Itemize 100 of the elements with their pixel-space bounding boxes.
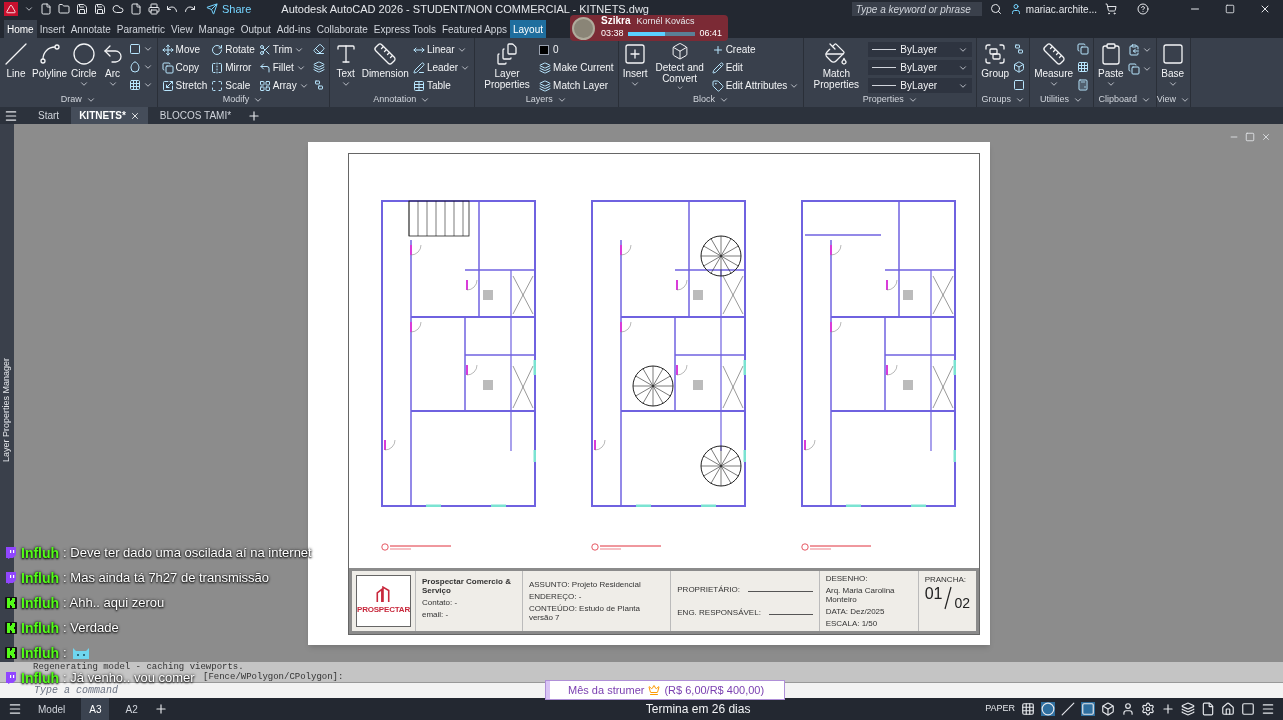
- command-input[interactable]: Type a command: [34, 683, 234, 698]
- panel-title[interactable]: Utilities: [1030, 92, 1094, 107]
- ribbon-button[interactable]: Arc: [100, 38, 125, 92]
- status-button[interactable]: [1261, 702, 1275, 716]
- toolbar-button[interactable]: [58, 3, 70, 15]
- ribbon-button[interactable]: Table: [412, 78, 471, 93]
- ribbon-button[interactable]: Dimension: [361, 38, 409, 92]
- sheet-tab[interactable]: A3: [81, 698, 110, 720]
- ribbon-button[interactable]: Edit Attributes: [711, 78, 800, 93]
- toolbar-button[interactable]: [166, 3, 178, 15]
- app-logo-button[interactable]: [4, 2, 18, 16]
- panel-title[interactable]: Modify: [157, 92, 329, 107]
- icon-button[interactable]: [128, 59, 153, 75]
- cart-icon[interactable]: [1105, 3, 1117, 15]
- ribbon-button[interactable]: Line: [4, 38, 28, 92]
- ribbon-button[interactable]: Text: [333, 38, 358, 92]
- toolbar-button[interactable]: [40, 3, 52, 15]
- ribbon-button[interactable]: Mirror: [211, 60, 255, 75]
- status-button[interactable]: [1101, 702, 1115, 716]
- ribbon-button[interactable]: Detect and Convert: [651, 38, 708, 92]
- ribbon-button[interactable]: Base: [1160, 38, 1185, 92]
- toolbar-button[interactable]: [184, 3, 196, 15]
- ribbon-tab[interactable]: Layout: [509, 20, 546, 38]
- ribbon-tab[interactable]: Annotate: [67, 20, 114, 38]
- toolbar-button[interactable]: [112, 3, 124, 15]
- ribbon-button[interactable]: Leader: [412, 60, 471, 75]
- ribbon-tab[interactable]: Collaborate: [313, 20, 371, 38]
- icon-button[interactable]: [1127, 42, 1152, 58]
- layer-dropdown[interactable]: 0: [539, 42, 559, 57]
- space-toggle[interactable]: PAPER: [985, 702, 1015, 716]
- maximize-icon[interactable]: [1225, 4, 1235, 14]
- menu-icon[interactable]: [8, 702, 22, 716]
- ribbon-tab[interactable]: Parametric: [113, 20, 169, 38]
- close-icon[interactable]: [1259, 3, 1271, 15]
- panel-title[interactable]: Draw: [0, 92, 157, 107]
- search-field[interactable]: Type a keyword or phrase: [851, 2, 982, 16]
- panel-title[interactable]: View: [1156, 92, 1190, 107]
- panel-title[interactable]: Annotation: [329, 92, 475, 107]
- add-tab-icon[interactable]: [247, 108, 262, 123]
- ribbon-tab[interactable]: View: [168, 20, 196, 38]
- icon-button[interactable]: [312, 42, 325, 57]
- side-palette[interactable]: Layer Properties Manager: [0, 124, 14, 662]
- ribbon-button[interactable]: Stretch: [161, 78, 208, 93]
- ribbon-button[interactable]: Move: [161, 42, 208, 57]
- ribbon-button[interactable]: Copy: [161, 60, 208, 75]
- add-layout-icon[interactable]: [153, 702, 168, 716]
- icon-button[interactable]: [1013, 42, 1026, 57]
- ribbon-button[interactable]: Circle: [71, 38, 97, 92]
- ribbon-button[interactable]: Edit: [711, 60, 800, 75]
- icon-button[interactable]: [1077, 77, 1090, 92]
- toolbar-button[interactable]: [94, 3, 106, 15]
- ribbon-tab[interactable]: Insert: [36, 20, 68, 38]
- ribbon-button[interactable]: Match Layer: [539, 78, 614, 93]
- document-tab[interactable]: BLOCOS TAMI*: [151, 107, 240, 124]
- help-icon[interactable]: [1137, 3, 1149, 15]
- ribbon-button[interactable]: Match Properties: [808, 38, 865, 92]
- icon-button[interactable]: [128, 77, 153, 92]
- icon-button[interactable]: [1077, 42, 1090, 57]
- ribbon-tab[interactable]: Output: [237, 20, 274, 38]
- ribbon-button[interactable]: Measure: [1034, 38, 1074, 92]
- ribbon-button[interactable]: Scale: [211, 78, 255, 93]
- ribbon-button[interactable]: Group: [981, 38, 1010, 92]
- sheet-tab[interactable]: A2: [117, 698, 146, 720]
- panel-title[interactable]: Block: [618, 92, 804, 107]
- ribbon-button[interactable]: Polyline: [32, 38, 68, 92]
- ribbon-tab[interactable]: Featured Apps: [438, 20, 510, 38]
- ribbon-button[interactable]: Linear: [412, 42, 471, 57]
- ribbon-button[interactable]: Rotate: [211, 42, 255, 57]
- ribbon-button[interactable]: Trim: [258, 42, 309, 57]
- status-button[interactable]: [1141, 702, 1155, 716]
- ribbon-button[interactable]: Create: [711, 42, 800, 57]
- icon-button[interactable]: [1077, 59, 1090, 75]
- icon-button[interactable]: [1127, 61, 1152, 77]
- property-dropdown[interactable]: ByLayer: [868, 60, 973, 75]
- share-button[interactable]: Share: [206, 0, 252, 18]
- panel-title[interactable]: Properties: [804, 92, 977, 107]
- status-button[interactable]: [1221, 702, 1235, 716]
- status-button[interactable]: [1201, 702, 1215, 716]
- icon-button[interactable]: [312, 59, 325, 75]
- ribbon-tab[interactable]: Express Tools: [370, 20, 439, 38]
- toolbar-button[interactable]: [76, 3, 88, 15]
- toolbar-button[interactable]: [148, 3, 160, 15]
- panel-title[interactable]: Layers: [475, 92, 618, 107]
- toolbar-button[interactable]: [130, 3, 142, 15]
- status-button[interactable]: [1161, 702, 1175, 716]
- document-tab[interactable]: Start: [30, 107, 68, 124]
- ribbon-button[interactable]: Array: [258, 78, 309, 93]
- search-icon[interactable]: [989, 3, 1002, 15]
- panel-title[interactable]: Groups: [977, 92, 1030, 107]
- user-menu[interactable]: mariac.archite...: [1009, 1, 1097, 17]
- sheet-tab[interactable]: Model: [30, 698, 74, 720]
- menu-icon[interactable]: [4, 108, 18, 123]
- ribbon-button[interactable]: Paste: [1098, 38, 1124, 92]
- document-tab[interactable]: KITNETS*: [71, 107, 148, 124]
- ribbon-tab[interactable]: Add-ins: [273, 20, 314, 38]
- ribbon-tab[interactable]: Home: [4, 20, 37, 38]
- status-button[interactable]: [1021, 702, 1035, 716]
- icon-button[interactable]: [1013, 59, 1026, 75]
- ribbon-button[interactable]: Insert: [622, 38, 648, 92]
- property-dropdown[interactable]: ByLayer: [868, 42, 973, 57]
